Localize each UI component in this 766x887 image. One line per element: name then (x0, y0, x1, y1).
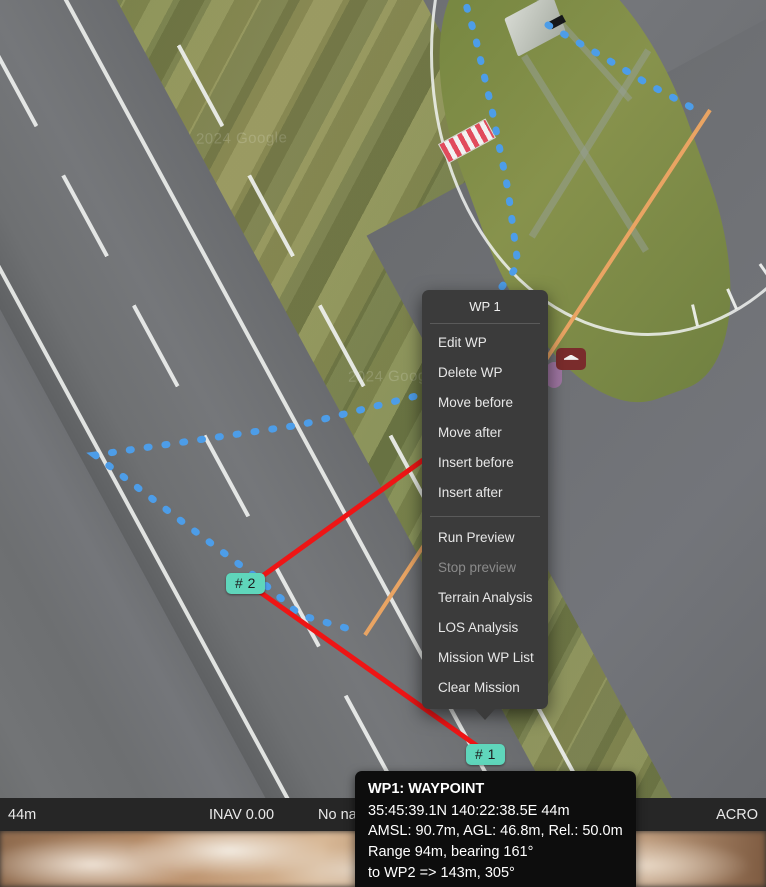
tooltip-next-waypoint: to WP2 => 143m, 305° (368, 864, 515, 881)
home-poi-marker[interactable] (556, 348, 586, 370)
menu-item-los-analysis[interactable]: LOS Analysis (422, 613, 548, 643)
status-inav: INAV 0.00 (209, 806, 275, 823)
menu-item-terrain-analysis[interactable]: Terrain Analysis (422, 583, 548, 613)
tooltip-coordinates: 35:45:39.1N 140:22:38.5E 44m (368, 802, 570, 819)
taxiway-edge-tick (726, 288, 739, 310)
menu-item-insert-before[interactable]: Insert before (422, 448, 548, 478)
status-altitude: 44m (8, 806, 37, 823)
taxiway-edge-tick (691, 304, 700, 327)
menu-item-insert-after[interactable]: Insert after (422, 478, 548, 508)
status-flight-mode: ACRO (716, 806, 758, 823)
menu-item-stop-preview: Stop preview (438, 560, 517, 575)
map-attribution: 2024 Google (195, 129, 288, 148)
waypoint-badge-2[interactable]: # 2 (226, 573, 265, 594)
context-menu-title: WP 1 (469, 299, 501, 314)
menu-item-run-preview[interactable]: Run Preview (422, 523, 548, 553)
waypoint-info-tooltip: WP1: WAYPOINT 35:45:39.1N 140:22:38.5E 4… (355, 771, 636, 887)
map-canvas[interactable]: 2024 Google 2024 Google 2024 Google # 2 … (0, 0, 766, 815)
home-icon (563, 354, 579, 360)
tooltip-title: WP1: WAYPOINT (368, 781, 485, 797)
menu-item-mission-wp-list[interactable]: Mission WP List (422, 643, 548, 673)
context-menu-pointer (474, 708, 496, 720)
satellite-imagery-layer: 2024 Google 2024 Google 2024 Google (0, 0, 766, 815)
waypoint-badge-1[interactable]: # 1 (466, 744, 505, 765)
waypoint-context-menu[interactable]: WP 1 Edit WP Delete WP Move before Move … (422, 290, 548, 720)
map-application-window: 2024 Google 2024 Google 2024 Google # 2 … (0, 0, 766, 887)
menu-item-move-before[interactable]: Move before (422, 388, 548, 418)
menu-divider-top (430, 323, 540, 324)
menu-item-clear-mission[interactable]: Clear Mission (422, 673, 548, 703)
menu-item-move-after[interactable]: Move after (422, 418, 548, 448)
menu-item-edit-wp[interactable]: Edit WP (422, 328, 548, 358)
tooltip-range-bearing: Range 94m, bearing 161° (368, 844, 534, 861)
taxiway-edge-tick (758, 263, 766, 284)
menu-item-delete-wp[interactable]: Delete WP (422, 358, 548, 388)
menu-divider-middle (430, 516, 540, 517)
tooltip-altitudes: AMSL: 90.7m, AGL: 46.8m, Rel.: 50.0m (368, 823, 623, 840)
